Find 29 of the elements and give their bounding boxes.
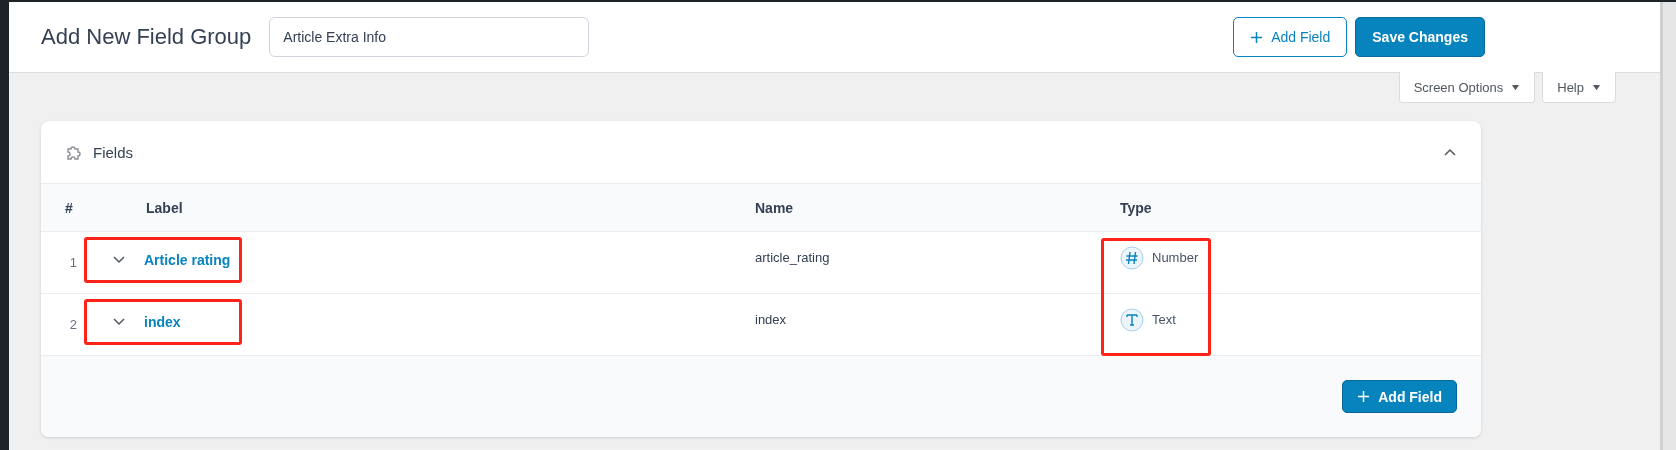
save-button[interactable]: Save Changes <box>1355 17 1485 57</box>
add-field-button[interactable]: Add Field <box>1233 17 1348 57</box>
collapse-icon[interactable] <box>1443 147 1457 157</box>
page-title: Add New Field Group <box>41 24 252 50</box>
row-number: 1 <box>68 255 78 270</box>
chevron-icon[interactable] <box>112 254 126 265</box>
screen-meta-tab[interactable]: Help <box>1542 72 1616 103</box>
screen-meta-tab[interactable]: Screen Options <box>1398 72 1536 103</box>
dropdown-triangle-icon <box>1511 83 1521 91</box>
field-label-link[interactable]: Article rating <box>144 251 231 268</box>
plus-icon <box>1357 390 1371 403</box>
field-type: Text <box>1152 312 1176 327</box>
field-name: index <box>755 312 788 327</box>
panel-title: Fields <box>93 143 133 161</box>
dropdown-triangle-icon <box>1592 83 1601 91</box>
chevron-icon[interactable] <box>112 316 126 327</box>
column-header: Type <box>1119 199 1153 216</box>
column-header: Name <box>755 199 795 216</box>
field-label-link[interactable]: index <box>144 313 181 330</box>
field-name: article_rating <box>755 250 831 265</box>
title-field[interactable]: Article Extra Info <box>269 17 590 57</box>
field-type: Number <box>1152 250 1199 265</box>
column-header: Label <box>145 199 184 216</box>
add-field-button[interactable]: Add Field <box>1342 380 1457 413</box>
row-number: 2 <box>68 317 78 332</box>
hash-icon <box>1120 245 1144 270</box>
column-header: # <box>64 199 74 216</box>
text-type-icon <box>1120 307 1144 332</box>
plus-icon <box>1250 30 1264 44</box>
